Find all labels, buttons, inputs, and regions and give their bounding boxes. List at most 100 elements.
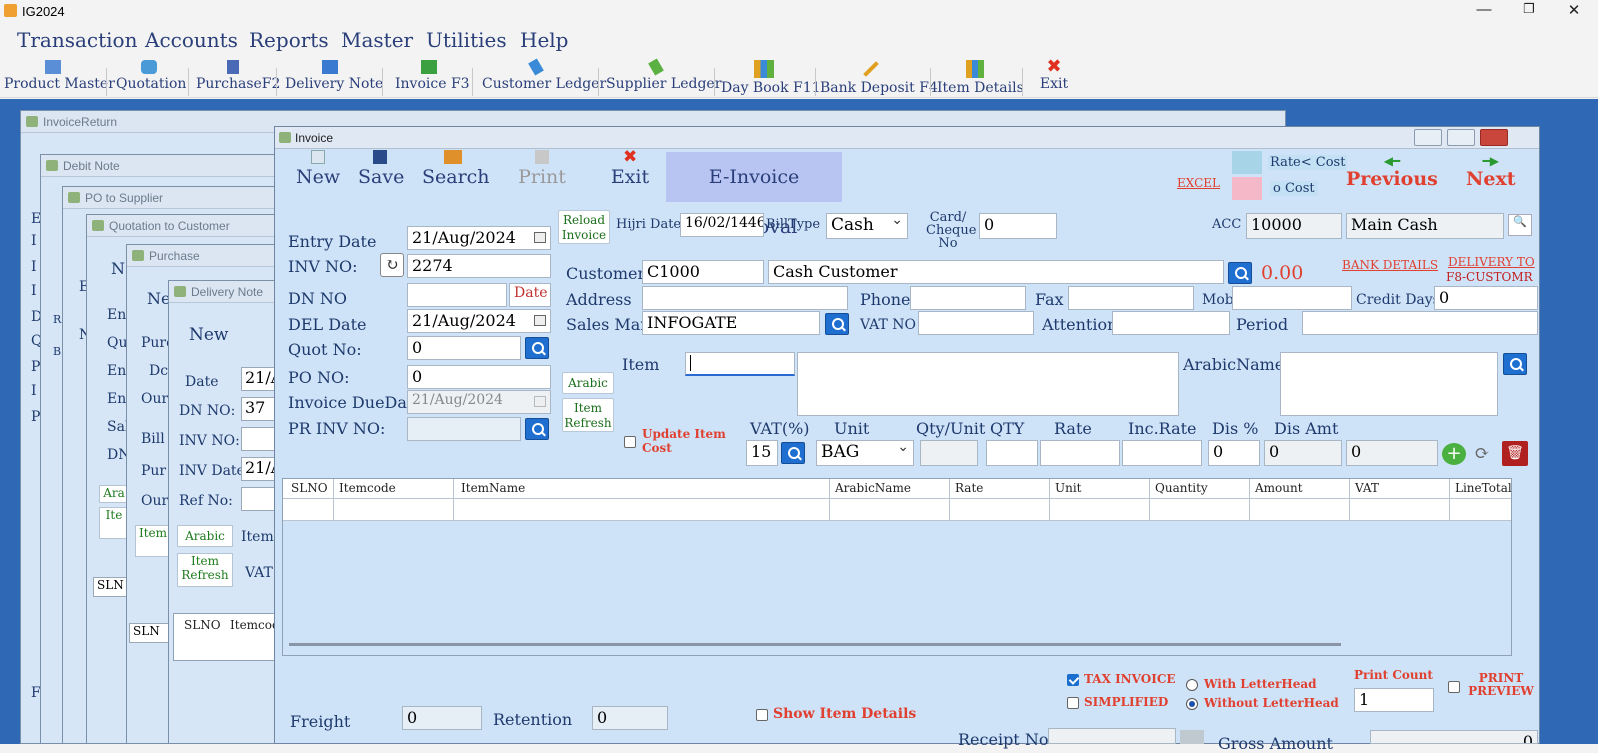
window-minimize-icon[interactable]	[1414, 129, 1442, 146]
customer-ledger-button[interactable]: Customer Ledger	[482, 56, 606, 98]
product-master-button[interactable]: Product Master	[4, 56, 115, 98]
qty-unit-input[interactable]	[920, 440, 978, 466]
dn-new-button[interactable]: New	[189, 325, 229, 345]
supplier-ledger-button[interactable]: Supplier Ledger	[606, 56, 721, 98]
customer-code-input[interactable]: C1000	[642, 260, 764, 284]
receipt-search-icon[interactable]	[1180, 730, 1204, 744]
window-close-icon[interactable]	[1480, 129, 1508, 146]
new-button[interactable]: New	[296, 148, 340, 194]
card-cheque-input[interactable]: 0	[979, 213, 1057, 239]
mob-input[interactable]	[1232, 286, 1352, 310]
menu-reports[interactable]: Reports	[249, 28, 329, 52]
exit-invoice-button[interactable]: ✖ Exit	[610, 148, 650, 194]
customer-search-icon[interactable]	[1228, 262, 1252, 284]
salesman-input[interactable]: INFOGATE	[642, 311, 820, 335]
unit-select[interactable]: BAG	[816, 440, 914, 466]
vat-search-icon[interactable]	[781, 442, 805, 464]
exit-button[interactable]: ✖ Exit	[1036, 56, 1072, 98]
pr-inv-search-icon[interactable]	[525, 418, 549, 440]
without-letterhead-radio[interactable]	[1186, 698, 1198, 710]
arabic-search-icon[interactable]	[1503, 353, 1527, 375]
period-input[interactable]	[1302, 311, 1538, 335]
item-input[interactable]	[685, 352, 795, 376]
item-details-button[interactable]: Item Details	[937, 56, 1024, 98]
fax-input[interactable]	[1068, 286, 1194, 310]
delete-item-icon[interactable]: 🗑	[1502, 441, 1528, 466]
phone-input[interactable]	[910, 286, 1026, 310]
menu-utilities[interactable]: Utilities	[426, 28, 507, 52]
salesman-search-icon[interactable]	[825, 313, 849, 335]
freight-input[interactable]: 0	[402, 706, 482, 730]
excel-link[interactable]: EXCEL	[1177, 176, 1220, 190]
simplified-checkbox[interactable]	[1067, 697, 1079, 709]
dis-amt-input[interactable]: 0	[1264, 440, 1342, 466]
add-item-icon[interactable]: +	[1442, 443, 1466, 465]
del-date-picker[interactable]: 21/Aug/2024	[407, 309, 551, 333]
credit-days-input[interactable]: 0	[1434, 286, 1538, 310]
receipt-no-input[interactable]	[1048, 728, 1176, 744]
acc-code-input[interactable]: 10000	[1246, 213, 1342, 239]
previous-button[interactable]: ◀━ Previous	[1346, 154, 1438, 190]
save-button[interactable]: Save	[358, 148, 404, 194]
maximize-icon[interactable]: ❐	[1514, 1, 1544, 17]
minimize-icon[interactable]: —	[1469, 1, 1499, 18]
billtype-select[interactable]: Cash	[826, 213, 908, 239]
next-button[interactable]: ━▶ Next	[1466, 154, 1516, 190]
menu-accounts[interactable]: Accounts	[145, 28, 238, 52]
inv-no-input[interactable]: 2274	[407, 254, 551, 278]
item-description-textarea[interactable]	[797, 352, 1179, 416]
item-refresh-button[interactable]: Item Refresh	[562, 398, 614, 432]
e-invoice-approval-button[interactable]: E-Invoice Approval	[666, 152, 842, 238]
entry-date-picker[interactable]: 21/Aug/2024	[407, 226, 551, 250]
table-row[interactable]	[283, 499, 1511, 521]
dn-no-input[interactable]	[407, 283, 507, 307]
close-icon[interactable]: ✕	[1559, 1, 1589, 19]
retention-input[interactable]: 0	[592, 706, 668, 730]
po-no-input[interactable]: 0	[407, 365, 551, 389]
address-input[interactable]	[642, 286, 848, 310]
line-total-input[interactable]: 0	[1346, 440, 1438, 466]
invoice-items-grid[interactable]: SLNO Itemcode ItemName ArabicName Rate U…	[282, 478, 1512, 656]
purchase-button[interactable]: PurchaseF2	[196, 56, 280, 98]
with-letterhead-radio[interactable]	[1186, 679, 1198, 691]
attention-input[interactable]	[1112, 311, 1230, 335]
acc-search-icon[interactable]: 🔍	[1508, 214, 1532, 236]
inc-rate-input[interactable]	[1122, 440, 1202, 466]
delivery-to-link[interactable]: DELIVERY TO	[1448, 255, 1535, 269]
quot-no-input[interactable]: 0	[407, 336, 521, 360]
print-preview-checkbox[interactable]	[1448, 681, 1460, 693]
quot-search-icon[interactable]	[525, 337, 549, 359]
dn-arabic-button[interactable]: Arabic	[177, 525, 233, 547]
menu-help[interactable]: Help	[520, 28, 568, 52]
vat-percent-input[interactable]: 15	[746, 440, 778, 466]
refresh-icon[interactable]: ↻	[380, 253, 404, 277]
acc-name-input[interactable]: Main Cash	[1346, 213, 1504, 239]
hijri-date-input[interactable]: 16/02/1446	[680, 213, 764, 237]
invoice-button[interactable]: Invoice F3	[395, 56, 470, 98]
search-button[interactable]: Search	[422, 148, 490, 194]
window-maximize-icon[interactable]	[1447, 129, 1475, 146]
day-book-button[interactable]: Day Book F11	[721, 56, 821, 98]
tax-invoice-checkbox[interactable]	[1067, 674, 1079, 686]
delivery-note-button[interactable]: Delivery Note	[285, 56, 383, 98]
print-count-input[interactable]: 1	[1354, 688, 1434, 712]
date-button[interactable]: Date	[509, 283, 551, 307]
rate-input[interactable]	[1040, 440, 1120, 466]
menu-master[interactable]: Master	[341, 28, 413, 52]
dis-percent-input[interactable]: 0	[1208, 440, 1260, 466]
update-item-cost-checkbox[interactable]	[624, 436, 636, 448]
dn-item-refresh-button[interactable]: Item Refresh	[177, 553, 233, 587]
gross-amount-input[interactable]: 0	[1370, 730, 1538, 744]
arabic-name-textarea[interactable]	[1280, 352, 1498, 416]
arabic-button[interactable]: Arabic	[562, 372, 614, 394]
vat-no-input[interactable]	[918, 311, 1034, 335]
dn-grid[interactable]: SLNO Itemcod	[173, 613, 283, 661]
quotation-button[interactable]: Quotation	[116, 56, 186, 98]
print-button[interactable]: Print	[518, 148, 566, 194]
customer-name-input[interactable]: Cash Customer	[768, 260, 1224, 284]
invoice-duedate-picker[interactable]: 21/Aug/2024	[407, 390, 551, 414]
refresh-line-icon[interactable]: ⟳	[1470, 443, 1494, 465]
bank-details-link[interactable]: BANK DETAILS	[1342, 258, 1438, 272]
show-item-details-checkbox[interactable]	[756, 709, 768, 721]
pr-inv-no-input[interactable]	[407, 417, 521, 441]
